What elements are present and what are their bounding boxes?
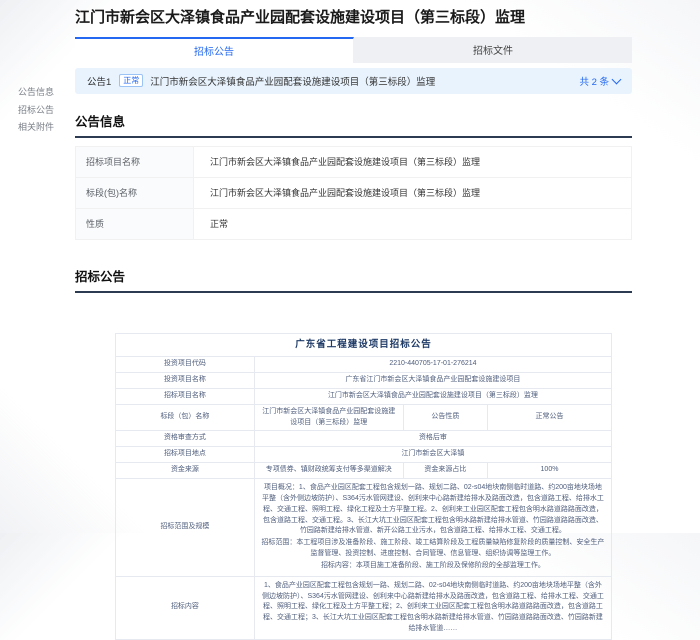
cell-value: 江门市新会区大泽镇 [253,446,613,464]
announcement-title: 江门市新会区大泽镇食品产业园配套设施建设项目（第三标段）监理 [150,76,436,88]
sidebar-item-related-attachments[interactable]: 相关附件 [18,121,70,134]
announcement-info-table: 招标项目名称 江门市新会区大泽镇食品产业园配套设施建设项目（第三标段）监理 标段… [75,145,632,240]
chevron-down-icon [611,74,622,84]
status-badge: 正常 [119,74,144,87]
info-value: 江门市新会区大泽镇食品产业园配套设施建设项目（第三标段）监理 [210,188,481,198]
table-title-row: 广东省工程建设项目招标公告 [115,332,612,358]
tab-bidding-documents[interactable]: 招标文件 [354,36,632,63]
table-row: 投资项目代码 2210-440705-17-01-276214 [115,356,613,374]
cell-value: 2210-440705-17-01-276214 [253,356,613,374]
guangdong-notice-table: 广东省工程建设项目招标公告 投资项目代码 2210-440705-17-01-2… [115,332,613,640]
page-title: 江门市新会区大泽镇食品产业园配套设施建设项目（第三标段）监理 [75,9,526,26]
cell-value: 江门市新会区大泽镇食品产业园配套设施建设项目（第三标段）监理 [253,387,613,405]
cell-value: 项目概况：1、食品产业园区配套工程包含规划一路、规划二路、02-s04地块南侧临… [253,477,613,577]
info-label: 性质 [76,208,194,239]
cell-value: 广东省江门市新会区大泽镇食品产业园配套设施建设项目 [253,372,613,389]
cell-label: 公告性质 [402,403,488,432]
cell-label: 投资项目代码 [115,356,255,374]
info-label: 标段(包)名称 [76,177,194,208]
main-content: 公告信息 招标项目名称 江门市新会区大泽镇食品产业园配套设施建设项目（第三标段）… [75,111,632,640]
table-title: 广东省工程建设项目招标公告 [115,332,612,358]
info-label: 招标项目名称 [76,146,194,177]
cell-value: 专项债券、镇财政统筹支付等多渠道解决 [253,462,404,479]
cell-value: 1、食品产业园区配套工程包含规划一路、规划二路、02-s04地块南侧临时道路、约… [253,575,613,640]
scope-paragraph: 招标范围：本工程项目涉及准备阶段、施工阶段、竣工结算阶段及工程质量缺陷修复阶段的… [261,539,605,558]
section-heading-bidding-announcement: 招标公告 [75,266,632,293]
announcement-index: 公告1 [87,76,112,88]
cell-value: 资格后审 [253,430,613,448]
count-label: 共 2 条 [579,76,609,88]
sidebar-item-bidding-announcement[interactable]: 招标公告 [18,104,70,117]
announcement-collapse-header[interactable]: 公告1 正常 江门市新会区大泽镇食品产业园配套设施建设项目（第三标段）监理 共 … [75,67,632,94]
sidebar-item-announcement-info[interactable]: 公告信息 [18,86,70,99]
table-row: 标段(包)名称 江门市新会区大泽镇食品产业园配套设施建设项目（第三标段）监理 [76,177,631,209]
cell-value: 江门市新会区大泽镇食品产业园配套设施建设项目（第三标段）监理 [253,403,404,432]
cell-label: 资金来源占比 [402,462,488,479]
table-row: 标段（包）名称 江门市新会区大泽镇食品产业园配套设施建设项目（第三标段）监理 公… [115,403,613,432]
scope-paragraph: 招标内容：本项目施工准备阶段、施工阶段及保修阶段的全部监理工作。 [320,561,545,569]
table-row: 招标内容 1、食品产业园区配套工程包含规划一路、规划二路、02-s04地块南侧临… [115,575,613,640]
table-row: 招标项目地点 江门市新会区大泽镇 [115,446,613,464]
cell-value: 100% [486,462,613,479]
cell-label: 招标项目地点 [115,446,255,464]
table-row: 招标项目名称 江门市新会区大泽镇食品产业园配套设施建设项目（第三标段）监理 [76,146,631,178]
cell-value: 正常公告 [486,403,613,432]
cell-label: 招标内容 [115,575,255,640]
scope-paragraph: 项目概况：1、食品产业园区配套工程包含规划一路、规划二路、02-s04地块南侧临… [262,483,604,535]
tab-bar: 招标公告 招标文件 [75,36,632,63]
cell-label: 投资项目名称 [115,372,255,389]
cell-label: 招标项目名称 [115,387,255,405]
info-value: 江门市新会区大泽镇食品产业园配套设施建设项目（第三标段）监理 [210,157,481,167]
section-heading-announcement-info: 公告信息 [75,111,632,138]
table-row: 性质 正常 [76,208,631,240]
cell-label: 招标范围及规模 [115,477,255,577]
content-paragraph: 1、食品产业园区配套工程包含规划一路、规划二路、02-s04地块南侧临时道路、约… [262,581,604,633]
table-row: 资金来源 专项债券、镇财政统筹支付等多渠道解决 资金来源占比 100% [115,462,613,479]
info-value: 正常 [210,219,229,229]
announcement-count[interactable]: 共 2 条 [579,74,622,88]
tab-bidding-announcement[interactable]: 招标公告 [75,36,354,63]
table-row: 投资项目名称 广东省江门市新会区大泽镇食品产业园配套设施建设项目 [115,372,613,389]
cell-label: 标段（包）名称 [115,403,255,432]
cell-label: 资格审查方式 [115,430,255,448]
table-row: 资格审查方式 资格后审 [115,430,613,448]
cell-label: 资金来源 [115,462,255,479]
table-row: 招标项目名称 江门市新会区大泽镇食品产业园配套设施建设项目（第三标段）监理 [115,387,613,405]
anchor-nav: 公告信息 招标公告 相关附件 [18,86,70,139]
table-row: 招标范围及规模 项目概况：1、食品产业园区配套工程包含规划一路、规划二路、02-… [115,477,613,577]
